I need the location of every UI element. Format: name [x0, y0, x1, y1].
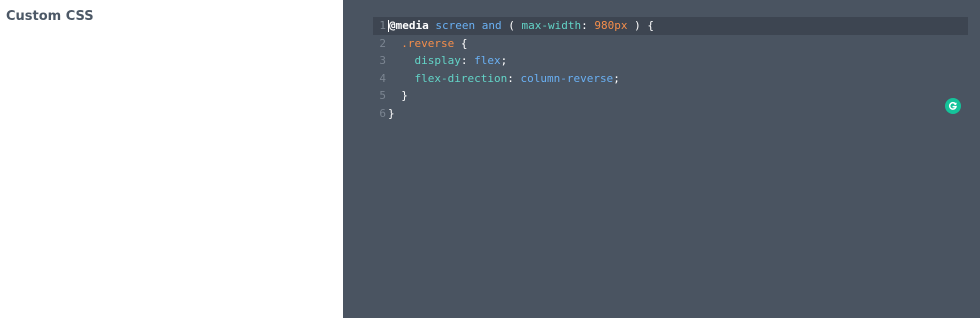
code-lines[interactable]: 1 @media screen and ( max-width: 980px ) … — [373, 17, 968, 122]
code-line[interactable]: 3 display: flex; — [373, 52, 968, 70]
code-line[interactable]: 5 } — [373, 87, 968, 105]
grammarly-icon[interactable] — [945, 98, 961, 114]
code-text: } — [388, 105, 968, 123]
code-token: ; — [613, 71, 620, 85]
line-number: 2 — [379, 36, 386, 50]
code-text: @media screen and ( max-width: 980px ) { — [388, 17, 968, 35]
code-token: .reverse — [401, 36, 455, 50]
code-token: ) { — [627, 19, 654, 32]
code-token: @media — [389, 19, 429, 32]
code-token: and — [481, 19, 502, 32]
line-number: 4 — [379, 71, 386, 85]
code-token: display — [414, 54, 461, 67]
code-token: } — [388, 106, 395, 120]
css-code-editor[interactable]: 1 @media screen and ( max-width: 980px ) … — [343, 0, 980, 318]
code-token: : — [460, 54, 475, 67]
grammarly-g-glyph — [948, 101, 957, 110]
custom-css-label: Custom CSS — [6, 9, 94, 24]
code-token: } — [388, 89, 408, 102]
code-token: : — [581, 19, 595, 32]
code-token: : — [507, 71, 521, 85]
code-token: ( — [501, 19, 522, 32]
code-line[interactable]: 6} — [373, 105, 968, 123]
code-line[interactable]: 4 flex-direction: column-reverse; — [373, 70, 968, 88]
custom-css-setting: Custom CSS 1 @media screen and ( max-widt… — [0, 0, 980, 318]
code-line[interactable]: 2 .reverse { — [373, 35, 968, 53]
code-text: } — [388, 87, 968, 105]
code-token: { — [454, 36, 468, 50]
code-text: display: flex; — [388, 52, 968, 70]
code-token: screen — [435, 19, 476, 32]
line-number: 6 — [379, 106, 386, 120]
code-token: ; — [500, 54, 508, 67]
code-token: 980px — [594, 19, 628, 32]
line-number: 5 — [379, 89, 386, 102]
code-token: column-reverse — [520, 71, 614, 85]
code-token: flex — [474, 54, 501, 67]
code-line[interactable]: 1 @media screen and ( max-width: 980px ) … — [373, 17, 968, 35]
code-text: .reverse { — [388, 35, 968, 53]
line-number: 1 — [379, 19, 386, 32]
code-token: max-width — [521, 19, 582, 32]
line-number: 3 — [379, 54, 386, 67]
code-token: flex-direction — [414, 71, 508, 85]
code-text: flex-direction: column-reverse; — [388, 70, 968, 88]
